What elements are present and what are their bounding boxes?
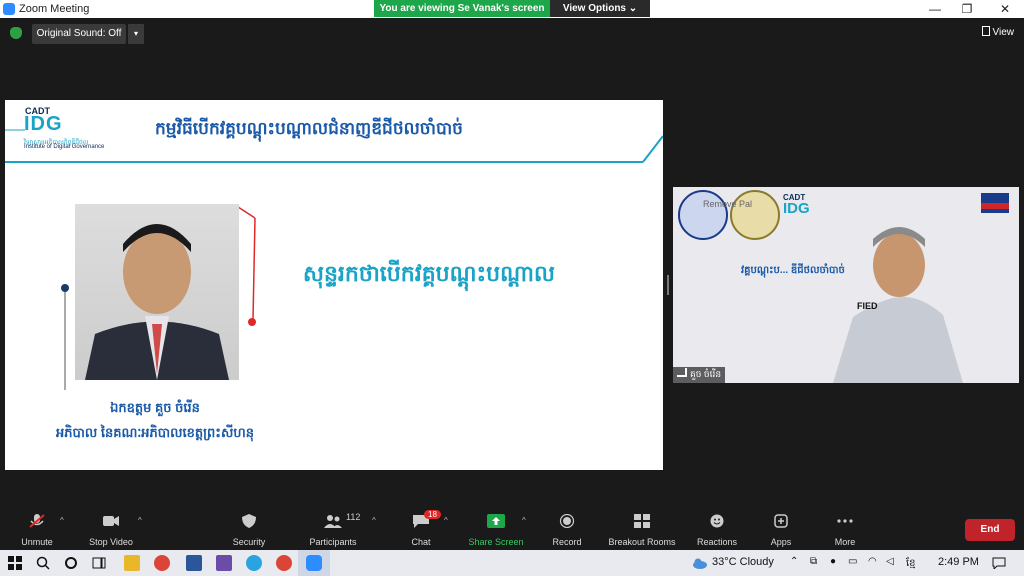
word-icon[interactable] (186, 555, 202, 571)
view-grid-icon (981, 26, 990, 36)
minimize-button[interactable]: — (920, 1, 950, 17)
view-options-button[interactable]: View Options ⌄ (550, 0, 650, 17)
original-sound-button[interactable]: Original Sound: Off (32, 24, 126, 44)
teams-icon[interactable] (216, 555, 232, 571)
video-camera-icon (103, 516, 119, 526)
tray-chevron-icon[interactable]: ⌃ (790, 556, 798, 567)
bg-khmer-text: វគ្គបណ្តុះប... ឌីជីថលចាំបាច់ (741, 265, 845, 276)
encryption-shield-icon[interactable] (10, 27, 22, 39)
cortana-icon[interactable] (64, 556, 78, 570)
participants-options-caret[interactable]: ^ (372, 516, 376, 525)
unmute-button[interactable]: Unmute (2, 506, 72, 550)
record-button[interactable]: Record (532, 506, 602, 550)
stop-video-label: Stop Video (89, 537, 133, 547)
clock-time[interactable]: 2:49 PM (938, 556, 979, 568)
speaker-portrait-icon (85, 224, 229, 380)
breakout-rooms-button[interactable]: Breakout Rooms (598, 506, 686, 550)
share-options-caret[interactable]: ^ (522, 516, 526, 525)
zoom-app-icon (3, 3, 15, 15)
security-label: Security (232, 537, 266, 547)
zoom-taskbar-icon[interactable] (306, 555, 322, 571)
video-background-graphics (678, 190, 1009, 383)
more-button[interactable]: More (810, 506, 880, 550)
signal-icon (677, 368, 687, 377)
notification-icon[interactable] (992, 557, 1006, 569)
volume-icon[interactable]: ◁ (886, 556, 894, 567)
record-icon (559, 514, 575, 528)
record-label: Record (552, 537, 582, 547)
weather-text[interactable]: 33°C Cloudy (712, 556, 774, 568)
split-handle[interactable] (667, 275, 669, 295)
apps-button[interactable]: Apps (746, 506, 816, 550)
view-button[interactable]: View (981, 26, 1015, 38)
viewing-screen-banner: You are viewing Se Vanak's screen (374, 0, 550, 17)
input-language[interactable]: ខ្មែ (906, 556, 916, 571)
speaker-role: អភិបាល នៃគណៈអភិបាលខេត្តព្រះសីហនុ (55, 425, 255, 440)
video-options-caret[interactable]: ^ (138, 516, 142, 525)
remove-pal-text: Remove Pal (703, 199, 753, 209)
window-title: Zoom Meeting (19, 3, 90, 15)
more-dots-icon (837, 519, 853, 523)
stop-video-button[interactable]: Stop Video (76, 506, 146, 550)
task-view-icon[interactable] (92, 556, 106, 570)
audio-options-caret[interactable]: ^ (60, 516, 64, 525)
chat-options-caret[interactable]: ^ (444, 516, 448, 525)
chat-label: Chat (411, 537, 431, 547)
chrome-icon[interactable] (154, 555, 170, 571)
bg-fied-text: FIED (857, 301, 878, 311)
idg-logo-subtitle-en: Institute of Digital Governance (24, 144, 105, 150)
chat-button[interactable]: 18 Chat (386, 506, 456, 550)
battery-icon[interactable]: ▭ (848, 556, 857, 567)
weather-cloud-icon (693, 558, 707, 569)
file-explorer-icon[interactable] (124, 555, 140, 571)
windows-start-icon[interactable] (8, 556, 22, 570)
slide-heading: កម្មវិធីបើកវគ្គបណ្តុះបណ្តាលជំនាញឌីជីថលចា… (155, 119, 463, 138)
wifi-icon[interactable]: ◠ (868, 556, 877, 567)
original-sound-dropdown[interactable]: ▾ (128, 24, 144, 44)
shared-screen-slide: CADT IDG វិទ្យាស្ថានអភិបាលកិច្ចឌីជីថល In… (5, 100, 663, 470)
unmute-label: Unmute (21, 537, 53, 547)
windows-taskbar: 33°C Cloudy ⌃ ⧉ ● ▭ ◠ ◁ ខ្មែ 2:49 PM (0, 550, 1024, 576)
search-icon[interactable] (36, 556, 50, 570)
security-shield-icon (242, 514, 256, 528)
reactions-button[interactable]: Reactions (682, 506, 752, 550)
participant-video-tile[interactable]: CADT IDG វគ្គបណ្តុះប... ឌីជីថលចាំបាច់ FI… (673, 187, 1019, 383)
participant-name: គួច ចំរើន (690, 369, 722, 379)
restore-button[interactable]: ❐ (952, 1, 982, 17)
speaker-name: ឯកឧត្តម គួច ចំរើន (110, 400, 200, 415)
apps-label: Apps (770, 537, 792, 547)
participants-icon (324, 515, 342, 528)
chat-unread-badge: 18 (424, 510, 441, 519)
participants-count: 112 (346, 512, 361, 522)
share-screen-button[interactable]: Share Screen (461, 506, 531, 550)
reactions-label: Reactions (696, 537, 738, 547)
participants-label: Participants (309, 537, 357, 547)
security-button[interactable]: Security (214, 506, 284, 550)
view-label: View (992, 27, 1015, 38)
meeting-toolbar: Unmute ^ Stop Video ^ Security 112 Parti… (0, 506, 1024, 550)
muted-mic-icon (29, 514, 45, 528)
share-screen-icon (487, 514, 505, 528)
apps-icon (774, 514, 788, 528)
tray-app-icon[interactable]: ⧉ (810, 556, 817, 567)
meeting-topbar: Original Sound: Off ▾ View (0, 18, 1024, 48)
more-label: More (834, 537, 856, 547)
telegram-icon[interactable] (246, 555, 262, 571)
chrome-profile-icon[interactable] (276, 555, 292, 571)
participants-button[interactable]: 112 Participants (298, 506, 368, 550)
share-screen-label: Share Screen (468, 537, 524, 547)
idg-logo-text: IDG (24, 113, 63, 135)
speaker-photo (75, 204, 239, 380)
microphone-icon[interactable]: ● (830, 556, 836, 567)
close-button[interactable]: ✕ (990, 1, 1020, 17)
reactions-smiley-icon (710, 514, 724, 528)
end-meeting-button[interactable]: End (965, 519, 1015, 541)
participant-name-label: គួច ចំរើន (673, 367, 726, 383)
breakout-rooms-label: Breakout Rooms (608, 537, 676, 547)
speech-title: សុន្ទរកថាបើកវគ្គបណ្តុះបណ្តាល (303, 261, 555, 286)
bg-idg-text: IDG (783, 200, 810, 217)
breakout-rooms-icon (634, 514, 650, 528)
